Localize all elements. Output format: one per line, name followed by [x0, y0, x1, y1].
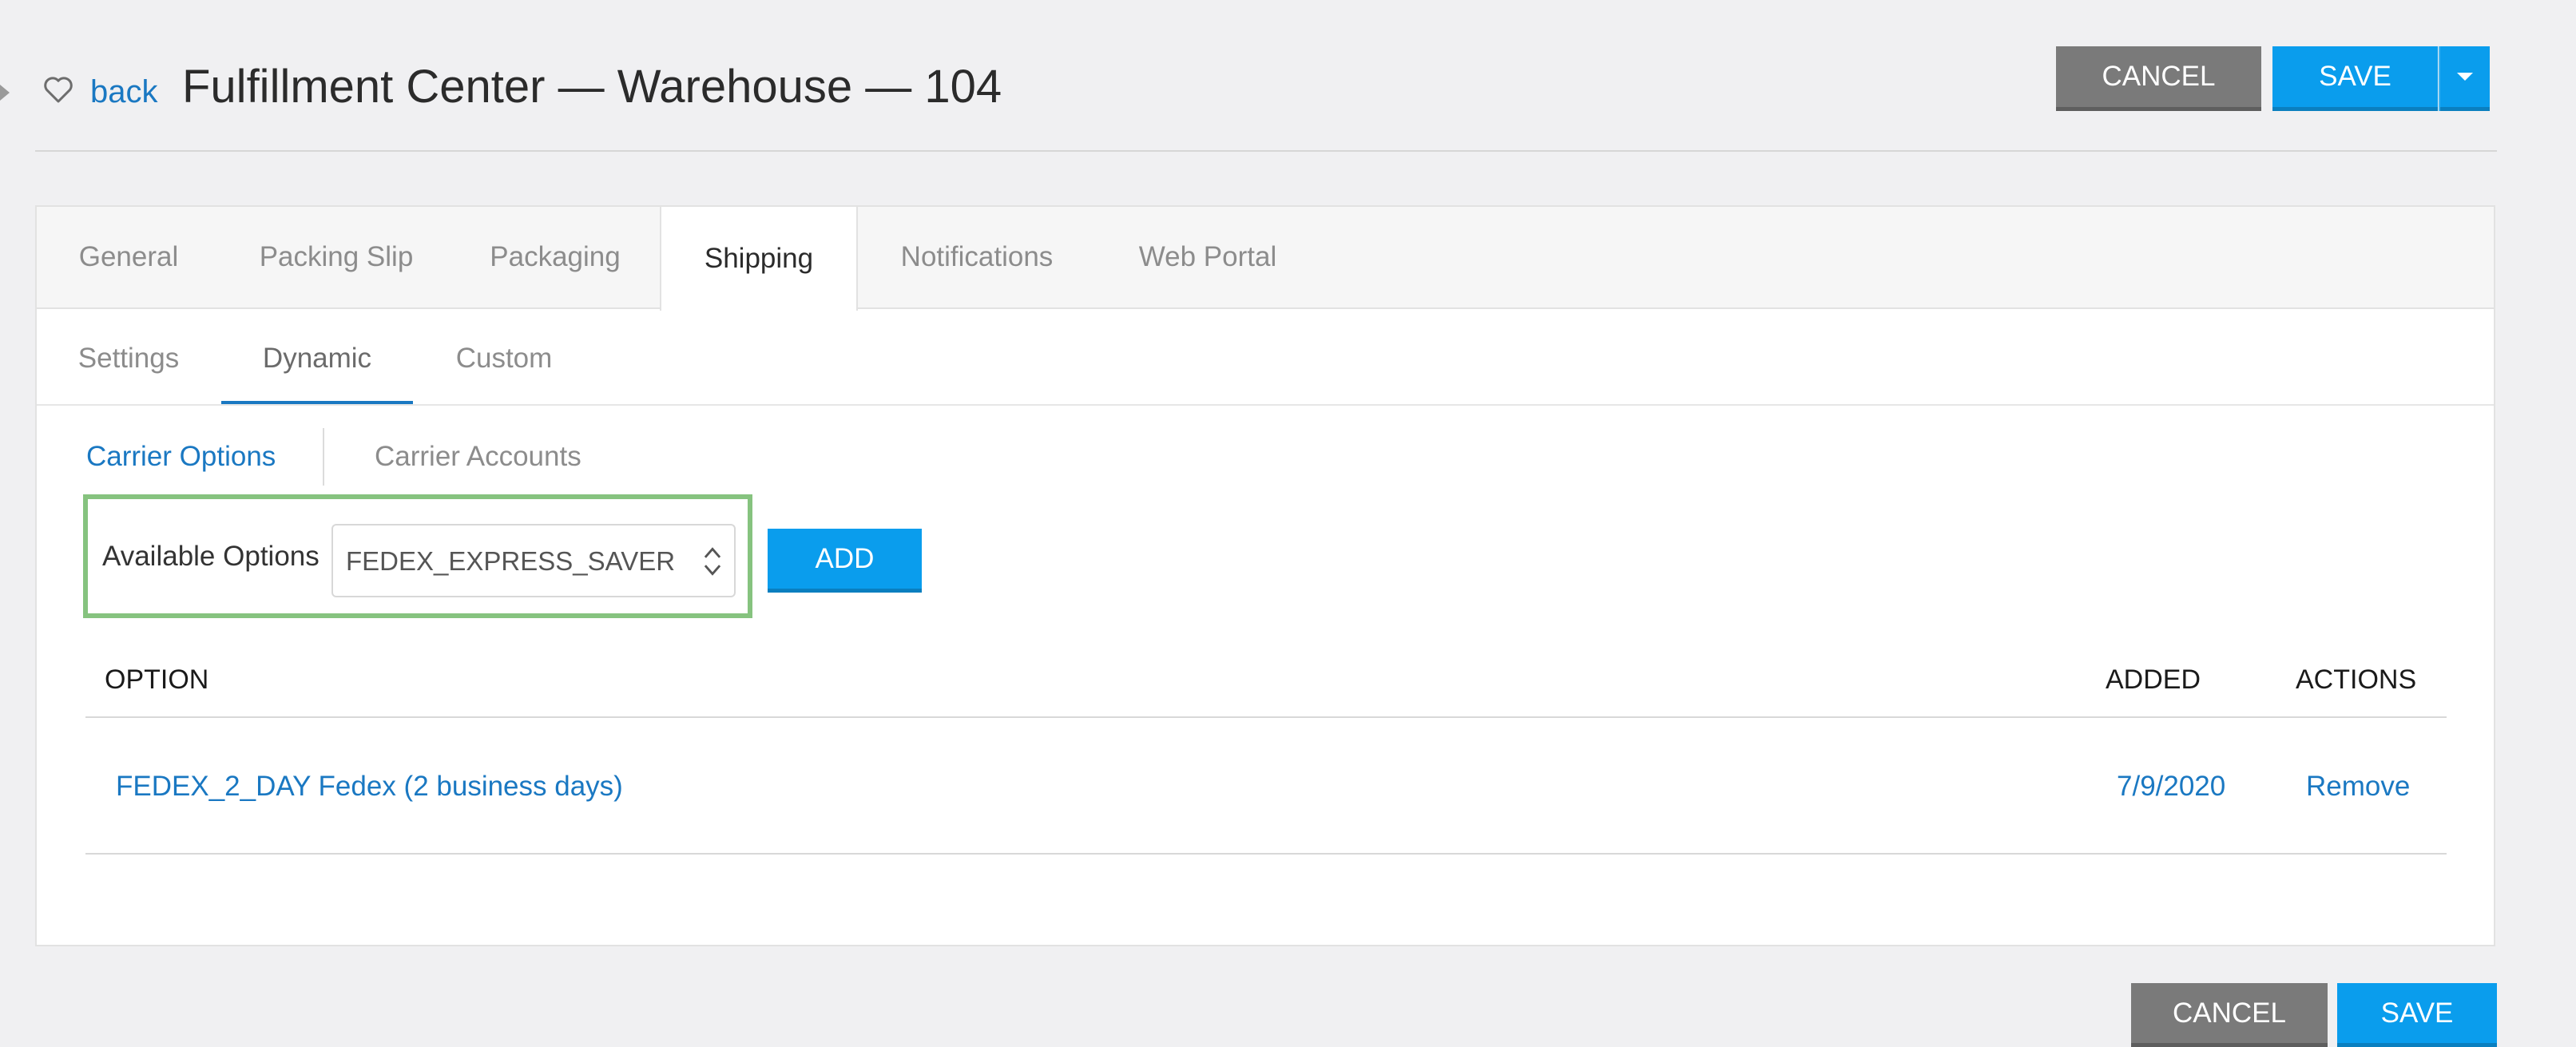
- save-options-dropdown-button[interactable]: [2440, 46, 2490, 111]
- remove-link[interactable]: Remove: [2306, 767, 2410, 807]
- tab-general[interactable]: General: [37, 207, 220, 307]
- column-header-option: OPTION: [105, 664, 209, 695]
- available-options-selected-value: FEDEX_EXPRESS_SAVER Fedex: [346, 546, 681, 576]
- tab-notifications[interactable]: Notifications: [877, 207, 1077, 307]
- cancel-button[interactable]: CANCEL: [2056, 46, 2261, 111]
- heart-icon[interactable]: [42, 73, 75, 105]
- save-button[interactable]: SAVE: [2272, 46, 2438, 111]
- footer-cancel-button[interactable]: CANCEL: [2131, 983, 2328, 1047]
- tab-packaging[interactable]: Packaging: [463, 207, 647, 307]
- tab-shipping[interactable]: Shipping: [660, 207, 858, 311]
- tab-web-portal[interactable]: Web Portal: [1112, 207, 1304, 307]
- column-header-added: ADDED: [2106, 664, 2201, 695]
- back-link[interactable]: back: [90, 69, 158, 115]
- footer-save-button[interactable]: SAVE: [2337, 983, 2497, 1047]
- column-header-actions: ACTIONS: [2296, 664, 2417, 695]
- table-header-divider: [85, 716, 2447, 718]
- chevron-down-icon: [2457, 73, 2473, 81]
- added-date: 7/9/2020: [2117, 771, 2226, 802]
- add-button[interactable]: ADD: [768, 529, 922, 593]
- subtab-settings[interactable]: Settings: [56, 313, 201, 404]
- header-divider: [35, 150, 2497, 152]
- tab-carrier-accounts[interactable]: Carrier Accounts: [375, 428, 581, 486]
- tab-packing-slip[interactable]: Packing Slip: [236, 207, 436, 307]
- select-updown-icon: [704, 547, 721, 576]
- subtab-custom[interactable]: Custom: [431, 313, 577, 404]
- sidebar-toggle-icon[interactable]: [0, 85, 10, 101]
- available-options-label: Available Options: [102, 541, 320, 572]
- table-row-divider: [85, 853, 2447, 855]
- option-link[interactable]: FEDEX_2_DAY Fedex (2 business days): [116, 767, 623, 807]
- inner-tab-divider: [323, 428, 324, 486]
- subtab-divider: [37, 404, 2494, 406]
- tab-carrier-options[interactable]: Carrier Options: [86, 428, 276, 486]
- subtab-dynamic[interactable]: Dynamic: [221, 313, 413, 404]
- available-options-select[interactable]: FEDEX_EXPRESS_SAVER Fedex: [331, 524, 736, 597]
- page-title: Fulfillment Center — Warehouse — 104: [182, 61, 1002, 113]
